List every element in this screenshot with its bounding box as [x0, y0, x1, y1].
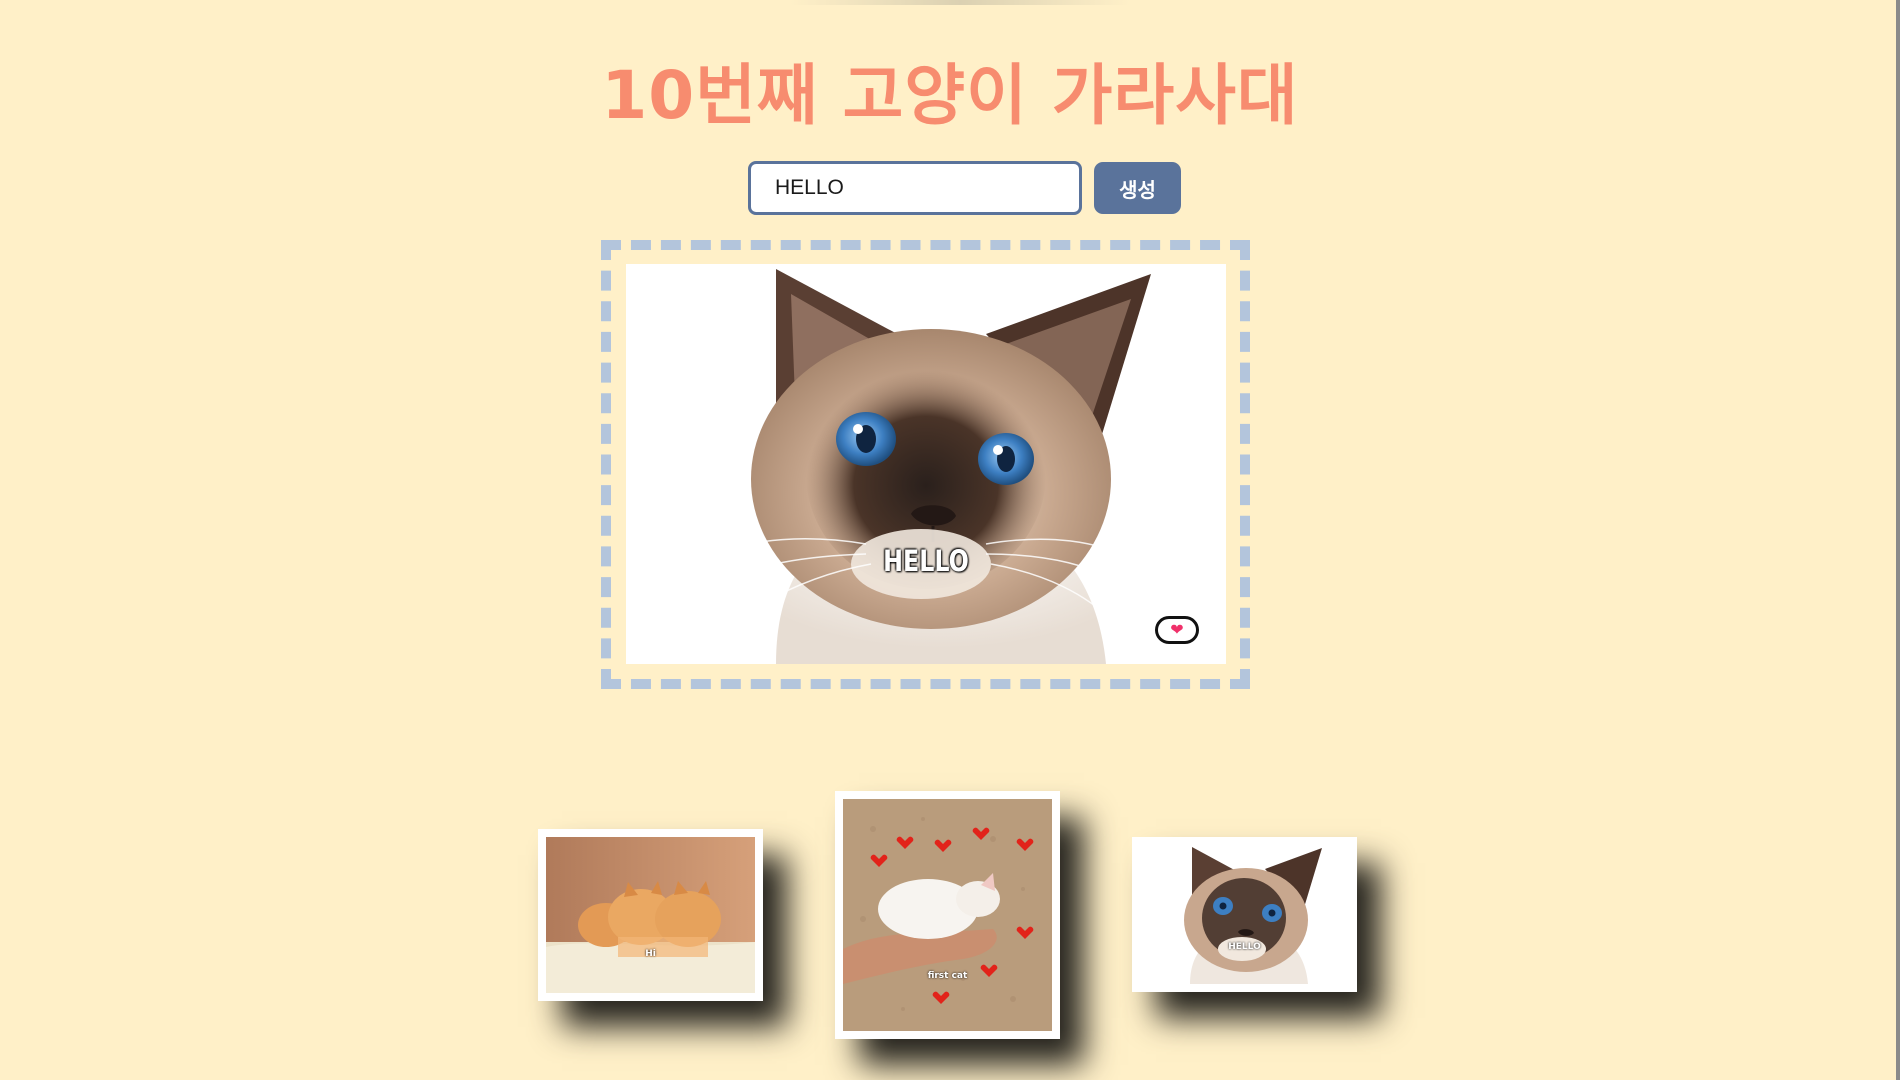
caption-input[interactable] — [748, 161, 1082, 215]
white-kitten-illustration — [843, 799, 1052, 1031]
gallery-image: first cat — [843, 799, 1052, 1031]
gallery-image: HELLO — [1140, 845, 1349, 984]
top-handle — [790, 0, 1130, 5]
siamese-cat-thumb-illustration — [1140, 845, 1349, 984]
gallery-item[interactable]: Hi — [538, 829, 763, 1001]
kittens-illustration — [546, 837, 755, 993]
gallery-image: Hi — [546, 837, 755, 993]
page: 10번째 고양이 가라사대 생성 — [0, 0, 1900, 1080]
gallery-caption: first cat — [927, 971, 968, 981]
heart-icon: ❤ — [1170, 620, 1184, 639]
gallery-item[interactable]: HELLO — [1132, 837, 1357, 992]
page-title: 10번째 고양이 가라사대 — [601, 57, 1299, 134]
gallery-caption: Hi — [645, 949, 656, 959]
main-cat-image: HELLO ❤ — [626, 264, 1226, 664]
like-button[interactable]: ❤ — [1155, 616, 1199, 644]
siamese-cat-illustration — [626, 264, 1226, 664]
caption-form: 생성 — [748, 161, 1181, 215]
gallery-item[interactable]: first cat — [835, 791, 1060, 1039]
main-card-frame: HELLO ❤ — [601, 240, 1250, 689]
gallery-caption: HELLO — [1228, 942, 1261, 952]
generate-button[interactable]: 생성 — [1094, 162, 1181, 214]
vertical-scrollbar[interactable] — [1896, 0, 1900, 1080]
main-caption: HELLO — [883, 544, 969, 578]
